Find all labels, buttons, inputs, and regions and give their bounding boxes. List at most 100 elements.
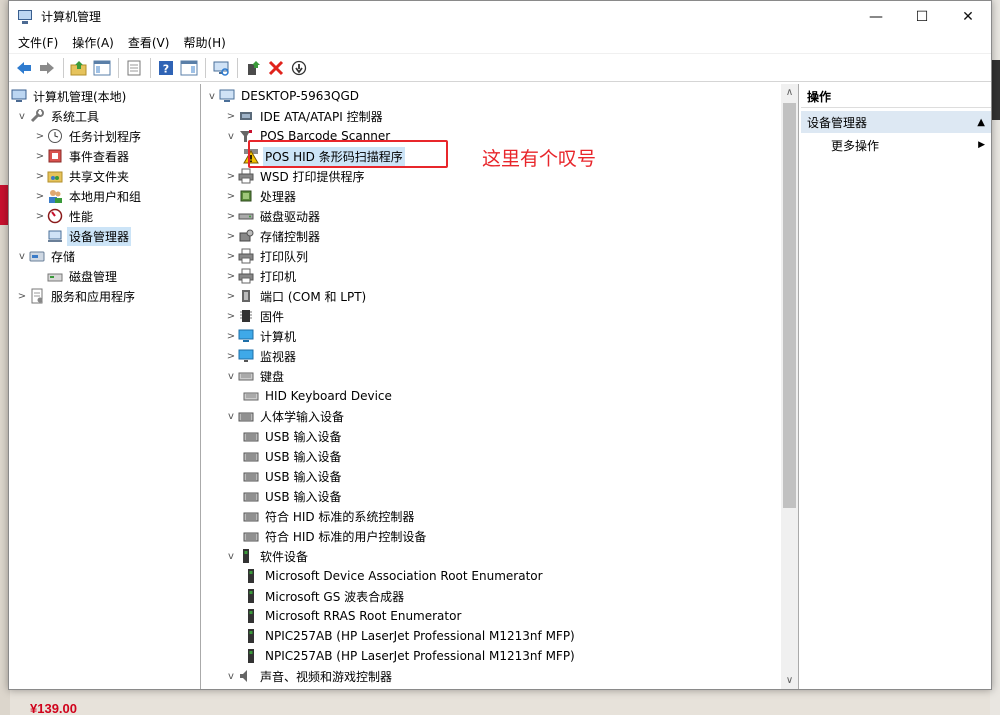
tree-item-local-users[interactable]: > 本地用户和组 [9, 186, 200, 206]
expand-chevron-icon[interactable]: > [224, 269, 238, 283]
tree-item-services-apps[interactable]: > 服务和应用程序 [9, 286, 200, 306]
show-hide-tree-icon[interactable] [91, 57, 113, 79]
device-tree-item[interactable]: USB 输入设备 [203, 446, 798, 466]
tree-item-shared-folders[interactable]: > 共享文件夹 [9, 166, 200, 186]
title-bar[interactable]: 计算机管理 — ☐ ✕ [9, 1, 991, 32]
collapse-chevron-icon[interactable]: v [224, 369, 238, 383]
menu-file[interactable]: 文件(F) [11, 32, 65, 54]
tree-item-performance[interactable]: > 性能 [9, 206, 200, 226]
expand-chevron-icon[interactable]: > [15, 289, 29, 303]
tree-item-device-manager[interactable]: 设备管理器 [9, 226, 200, 246]
users-icon [47, 188, 63, 204]
device-tree-item[interactable]: > 存储控制器 [203, 226, 798, 246]
expand-chevron-icon[interactable]: > [224, 109, 238, 123]
device-manager-icon [47, 228, 63, 244]
uninstall-device-icon[interactable] [265, 57, 287, 79]
annotation-text: 这里有个叹号 [482, 148, 597, 170]
disk-drive-icon [238, 208, 254, 224]
background-red-fragment [0, 185, 8, 225]
storage-controller-icon [238, 228, 254, 244]
toolbar-separator [150, 57, 151, 78]
expand-chevron-icon[interactable]: > [33, 169, 47, 183]
collapse-chevron-icon[interactable]: v [224, 669, 238, 683]
show-hide-action-pane-icon[interactable] [178, 57, 200, 79]
collapse-triangle-icon[interactable]: ▲ [977, 117, 985, 128]
collapse-chevron-icon[interactable]: v [15, 249, 29, 263]
shared-folder-icon [47, 168, 63, 184]
collapse-chevron-icon[interactable]: v [224, 549, 238, 563]
device-tree-item[interactable]: > IDE ATA/ATAPI 控制器 [203, 106, 798, 126]
device-tree-item[interactable]: USB 输入设备 [203, 466, 798, 486]
tree-item-disk-management[interactable]: 磁盘管理 [9, 266, 200, 286]
printer-icon [238, 168, 254, 184]
close-button[interactable]: ✕ [945, 1, 991, 32]
menu-view[interactable]: 查看(V) [121, 32, 177, 54]
device-tree-item[interactable]: v 人体学输入设备 [203, 406, 798, 426]
device-tree-item[interactable]: NPIC257AB (HP LaserJet Professional M121… [203, 626, 798, 646]
device-tree-item[interactable]: > 固件 [203, 306, 798, 326]
collapse-chevron-icon[interactable]: v [15, 109, 29, 123]
expand-chevron-icon[interactable]: > [33, 129, 47, 143]
help-icon[interactable]: ? [155, 57, 177, 79]
scrollbar-thumb[interactable] [783, 103, 796, 508]
device-tree-item[interactable]: HID Keyboard Device [203, 386, 798, 406]
tree-item-computer-management[interactable]: 计算机管理(本地) [9, 86, 200, 106]
device-tree-item[interactable]: NPIC257AB (HP LaserJet Professional M121… [203, 646, 798, 666]
up-folder-icon[interactable] [68, 57, 90, 79]
forward-arrow-icon[interactable] [36, 57, 58, 79]
actions-section-device-manager[interactable]: 设备管理器 ▲ [801, 111, 991, 133]
keyboard-icon [238, 368, 254, 384]
expand-chevron-icon[interactable]: > [33, 149, 47, 163]
more-actions-item[interactable]: 更多操作 ▶ [801, 133, 991, 157]
device-tree-item[interactable]: 符合 HID 标准的用户控制设备 [203, 526, 798, 546]
expand-chevron-icon[interactable]: > [224, 309, 238, 323]
scan-hardware-icon[interactable] [210, 57, 232, 79]
tree-item-storage[interactable]: v 存储 [9, 246, 200, 266]
tree-item-system-tools[interactable]: v 系统工具 [9, 106, 200, 126]
expand-chevron-icon[interactable]: > [224, 229, 238, 243]
tree-item-task-scheduler[interactable]: > 任务计划程序 [9, 126, 200, 146]
device-tree-item[interactable]: Microsoft Device Association Root Enumer… [203, 566, 798, 586]
device-tree-item[interactable]: > 端口 (COM 和 LPT) [203, 286, 798, 306]
device-tree-item[interactable]: > 处理器 [203, 186, 798, 206]
maximize-button[interactable]: ☐ [899, 1, 945, 32]
device-tree-item[interactable]: > 计算机 [203, 326, 798, 346]
device-tree-item[interactable]: Microsoft RRAS Root Enumerator [203, 606, 798, 626]
device-tree-item[interactable]: USB 输入设备 [203, 486, 798, 506]
expand-chevron-icon[interactable]: > [33, 209, 47, 223]
device-tree-scrollbar[interactable]: ∧ ∨ [781, 84, 798, 689]
scroll-down-icon[interactable]: ∨ [781, 672, 798, 689]
expand-chevron-icon[interactable]: > [224, 289, 238, 303]
collapse-chevron-icon[interactable]: v [224, 129, 238, 143]
device-tree-item[interactable]: Microsoft GS 波表合成器 [203, 586, 798, 606]
expand-chevron-icon[interactable]: > [224, 329, 238, 343]
device-tree-item[interactable]: > 磁盘驱动器 [203, 206, 798, 226]
expand-chevron-icon[interactable]: > [33, 189, 47, 203]
device-tree-item[interactable]: 符合 HID 标准的系统控制器 [203, 506, 798, 526]
device-tree-item[interactable]: > 打印机 [203, 266, 798, 286]
device-tree-item[interactable]: USB 输入设备 [203, 426, 798, 446]
tree-item-event-viewer[interactable]: > 事件查看器 [9, 146, 200, 166]
expand-chevron-icon[interactable]: > [224, 189, 238, 203]
menu-action[interactable]: 操作(A) [65, 32, 121, 54]
expand-chevron-icon[interactable]: > [224, 169, 238, 183]
device-tree-root[interactable]: v DESKTOP-5963QGD [203, 86, 798, 106]
update-driver-icon[interactable] [242, 57, 264, 79]
back-arrow-icon[interactable] [13, 57, 35, 79]
collapse-chevron-icon[interactable]: v [224, 409, 238, 423]
expand-chevron-icon[interactable]: > [224, 249, 238, 263]
scroll-up-icon[interactable]: ∧ [781, 84, 798, 101]
expand-chevron-icon[interactable]: > [224, 209, 238, 223]
disable-device-icon[interactable] [288, 57, 310, 79]
device-tree-item[interactable]: v 键盘 [203, 366, 798, 386]
device-tree-item[interactable]: > 打印队列 [203, 246, 798, 266]
console-tree: 计算机管理(本地) v 系统工具 > 任务计划程序 > 事件查看器 > 共享文件… [9, 84, 201, 689]
menu-help[interactable]: 帮助(H) [176, 32, 232, 54]
device-tree-item[interactable]: v 软件设备 [203, 546, 798, 566]
collapse-chevron-icon[interactable]: v [205, 89, 219, 103]
device-tree-item[interactable]: > 监视器 [203, 346, 798, 366]
properties-icon[interactable] [123, 57, 145, 79]
expand-chevron-icon[interactable]: > [224, 349, 238, 363]
minimize-button[interactable]: — [853, 1, 899, 32]
device-tree-item[interactable]: v 声音、视频和游戏控制器 [203, 666, 798, 686]
